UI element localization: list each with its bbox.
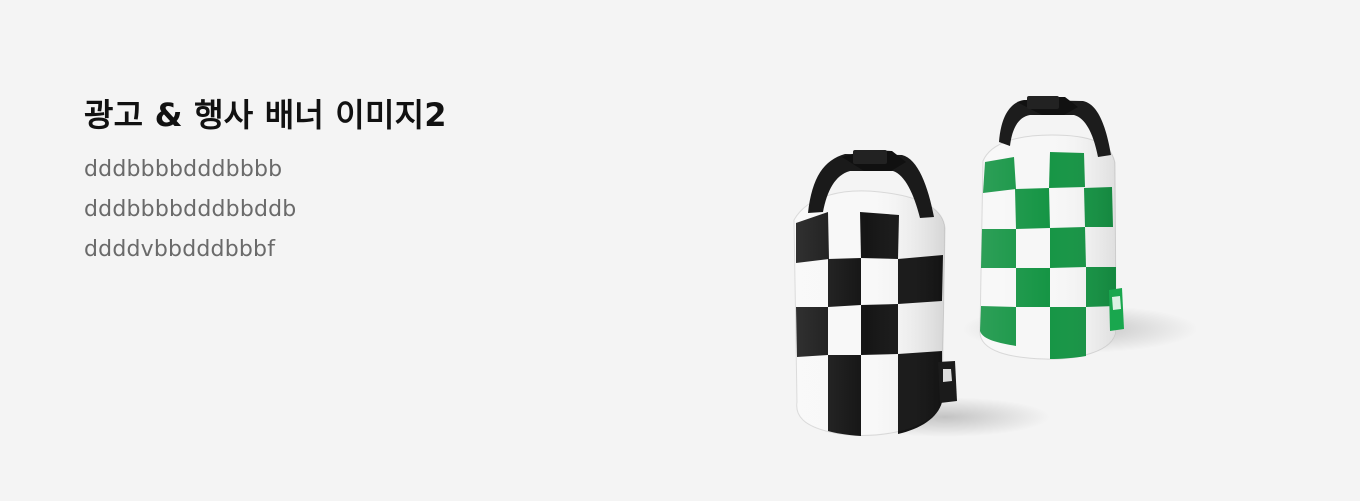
banner-text-line-1: dddbbbbdddbbbb <box>84 157 283 182</box>
banner-text-block: 광고 & 행사 배너 이미지2 dddbbbbdddbbbb dddbbbbdd… <box>84 94 644 270</box>
banner-product-image <box>760 84 1230 464</box>
banner-product-image-svg <box>793 96 1198 437</box>
banner-title: 광고 & 행사 배너 이미지2 <box>84 96 447 134</box>
banner-text-line-2: dddbbbbdddbbddb <box>84 197 297 222</box>
black-checkered-bag <box>793 150 957 436</box>
banner-text-line-3: ddddvbbdddbbbf <box>84 237 276 262</box>
promo-banner[interactable]: 광고 & 행사 배너 이미지2 dddbbbbdddbbbb dddbbbbdd… <box>0 0 1360 501</box>
green-checkered-bag <box>979 96 1124 360</box>
